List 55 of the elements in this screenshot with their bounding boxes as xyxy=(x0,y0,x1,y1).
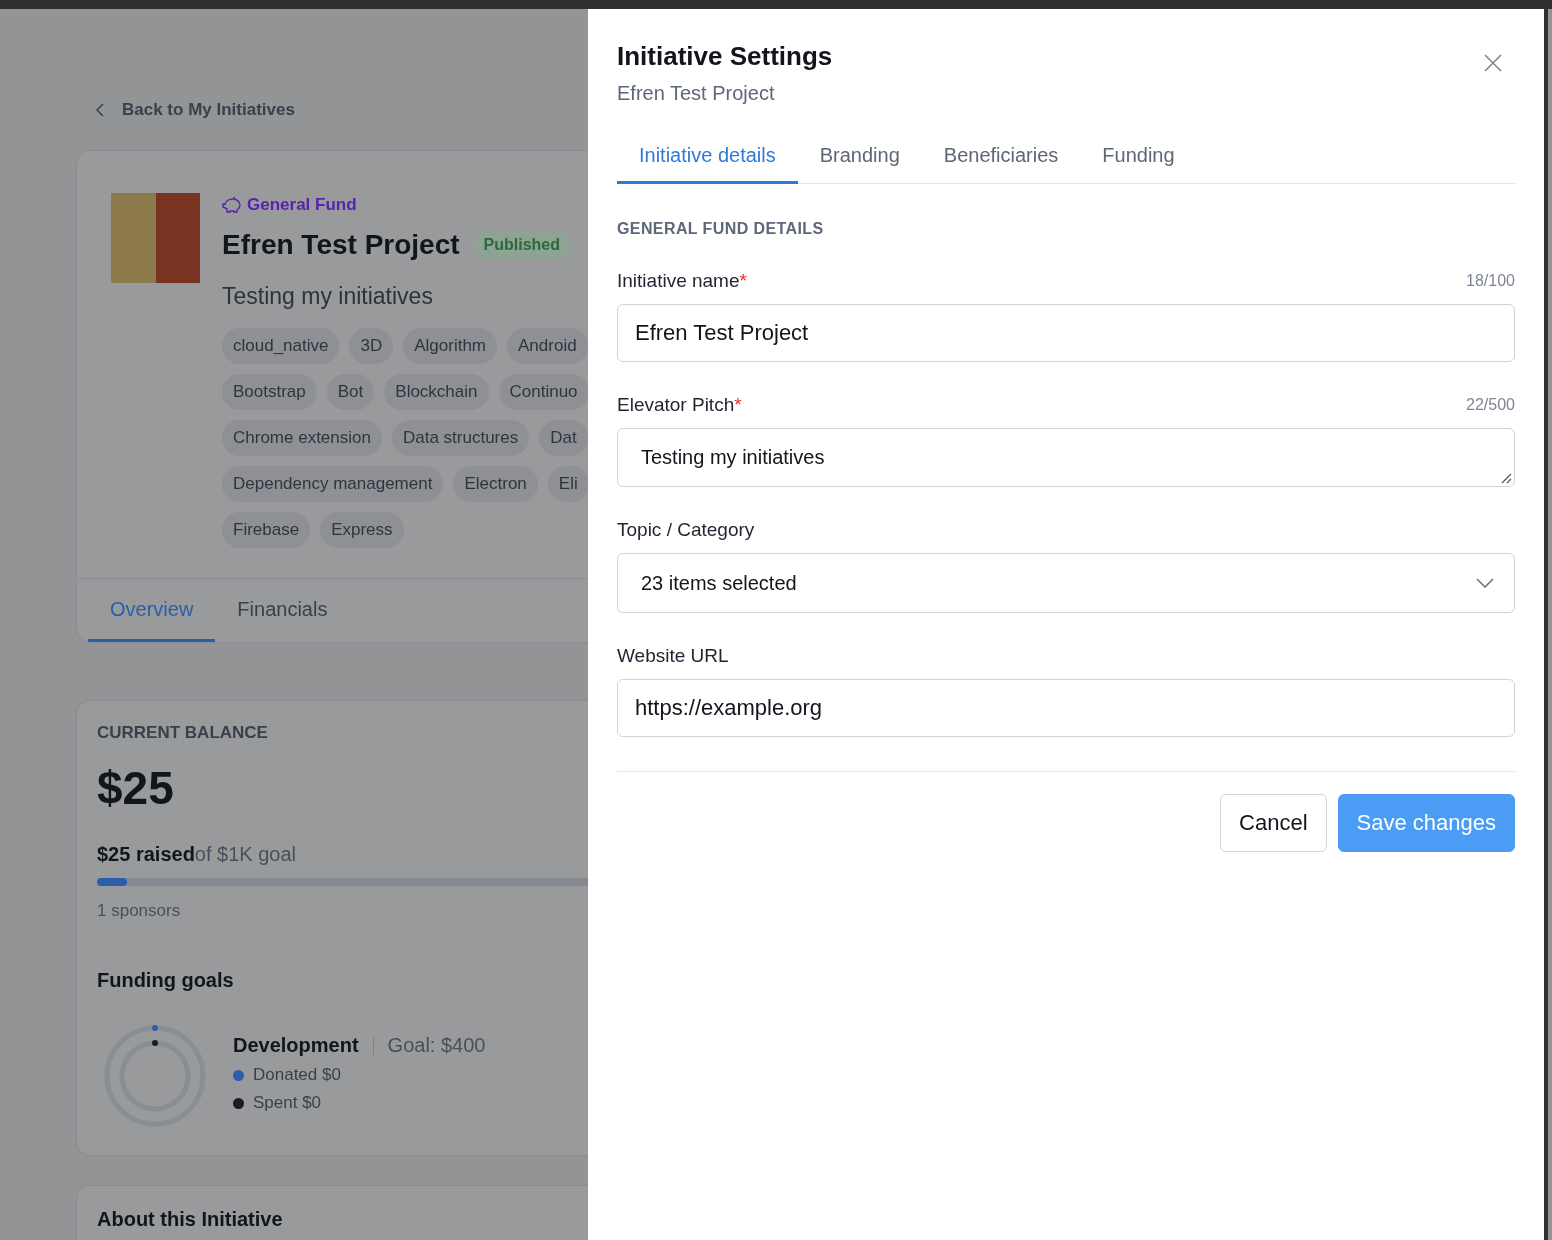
field-label: Website URL xyxy=(617,645,729,667)
legend-label: Spent $0 xyxy=(253,1093,322,1113)
goal-amount: Goal: $400 xyxy=(387,1034,486,1057)
initiative-title: Efren Test Project xyxy=(222,229,460,261)
sponsor-count: 1 sponsors xyxy=(97,901,182,921)
settings-tab[interactable]: Beneficiaries xyxy=(921,132,1081,184)
tag-chip: 3D xyxy=(349,328,394,364)
initiative-pitch: Testing my initiatives xyxy=(222,283,434,310)
tag-chip: Express xyxy=(320,512,404,548)
tag-chip: Bot xyxy=(326,374,375,410)
tag-chip: Data structures xyxy=(391,420,530,456)
tag-chip: Dependency management xyxy=(222,466,444,502)
field-label: Topic / Category xyxy=(617,519,755,541)
resize-handle-icon[interactable] xyxy=(1500,472,1512,484)
textarea-input[interactable]: Testing my initiatives xyxy=(617,428,1515,487)
legend-label: Donated $0 xyxy=(253,1065,341,1085)
back-link[interactable]: Back to My Initiatives xyxy=(95,99,588,121)
tag-chip: Eli xyxy=(547,466,588,502)
tag-chip: Bootstrap xyxy=(222,374,317,410)
balance-heading: CURRENT BALANCE xyxy=(97,723,269,743)
tag-chip: Firebase xyxy=(222,512,311,548)
chevron-left-icon xyxy=(95,102,105,118)
chevron-down-icon xyxy=(1476,578,1494,588)
tag-chip: Blockchain xyxy=(384,374,489,410)
balance-amount: $25 xyxy=(97,761,175,815)
close-icon[interactable] xyxy=(1483,53,1503,73)
status-badge: Published xyxy=(473,231,570,259)
tag-chip: Electron xyxy=(453,466,538,502)
settings-tab[interactable]: Initiative details xyxy=(617,132,798,184)
character-counter: 18/100 xyxy=(1466,272,1515,290)
page-tab[interactable]: Financials xyxy=(215,579,350,642)
tag-chip: Android xyxy=(507,328,588,364)
funding-goals-heading: Funding goals xyxy=(97,969,235,992)
cancel-button[interactable]: Cancel xyxy=(1220,794,1327,852)
drawer-subtitle: Efren Test Project xyxy=(617,82,776,105)
tag-chip: Algorithm xyxy=(403,328,497,364)
tag-chip: Chrome extension xyxy=(222,420,382,456)
settings-tab[interactable]: Branding xyxy=(797,132,922,184)
goal-name: Development xyxy=(233,1034,359,1057)
tag-chip: Dat xyxy=(539,420,588,456)
raised-text: $25 raisedof $1K goal xyxy=(97,843,298,866)
text-input[interactable]: https://example.org xyxy=(617,679,1515,737)
settings-tab[interactable]: Funding xyxy=(1080,132,1197,184)
about-heading: About this Initiative xyxy=(97,1208,284,1231)
text-input[interactable]: Efren Test Project xyxy=(617,304,1515,362)
field-label: Elevator Pitch* xyxy=(617,394,742,416)
drawer-title: Initiative Settings xyxy=(617,41,833,72)
field-label: Initiative name* xyxy=(617,270,747,292)
tag-chip: Continuo xyxy=(498,374,588,410)
piggy-bank-icon xyxy=(222,196,242,214)
fund-type-label: General Fund xyxy=(247,195,357,215)
tag-chip: cloud_native xyxy=(222,328,340,364)
character-counter: 22/500 xyxy=(1466,396,1515,414)
section-heading: GENERAL FUND DETAILS xyxy=(617,220,825,238)
select-dropdown[interactable]: 23 items selected xyxy=(617,553,1515,613)
